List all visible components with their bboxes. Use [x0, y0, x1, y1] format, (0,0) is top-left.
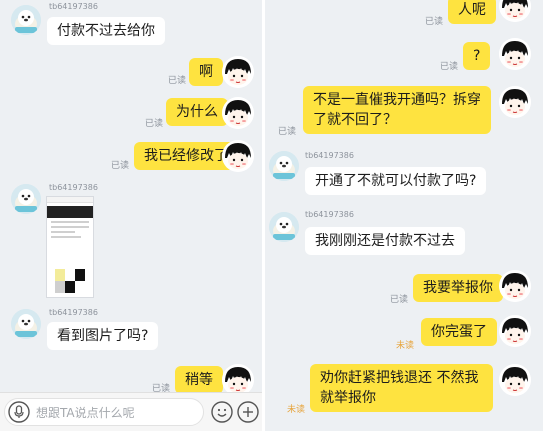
sender-username: tb64197386 — [49, 2, 98, 11]
chat-panel-left: tb64197386 付款不过去给你 啊 已读 为什么 已读 我已经修改了 已读… — [0, 0, 262, 431]
seal-avatar-icon[interactable] — [269, 212, 299, 242]
image-block — [55, 281, 65, 293]
girl-avatar-icon[interactable] — [222, 56, 254, 88]
image-text-line — [51, 226, 89, 228]
chat-bubble-outgoing[interactable]: 我要举报你 — [413, 274, 503, 302]
mic-icon[interactable] — [8, 401, 30, 423]
read-status: 已读 — [390, 295, 409, 305]
girl-avatar-icon[interactable] — [499, 38, 531, 70]
chat-bubble-outgoing[interactable]: 不是一直催我开通吗？拆穿了就不回了？ — [303, 86, 491, 134]
read-status: 已读 — [440, 62, 459, 72]
chat-bubble-outgoing[interactable]: 你完蛋了 — [421, 318, 497, 346]
image-block — [65, 281, 75, 293]
unread-status: 未读 — [396, 341, 415, 351]
girl-avatar-icon[interactable] — [499, 270, 531, 302]
seal-avatar-icon[interactable] — [11, 5, 41, 35]
chat-bubble-outgoing[interactable]: 劝你赶紧把钱退还 不然我就举报你 — [310, 364, 493, 412]
sender-username: tb64197386 — [305, 151, 354, 160]
girl-avatar-icon[interactable] — [499, 364, 531, 396]
chat-bubble-outgoing[interactable]: 啊 — [189, 58, 223, 86]
unread-status: 未读 — [287, 405, 306, 415]
message-input-bar: 想跟TA说点什么呢 — [0, 392, 262, 431]
girl-avatar-icon[interactable] — [499, 315, 531, 347]
chat-bubble-outgoing[interactable]: 为什么 — [166, 98, 228, 126]
seal-avatar-icon[interactable] — [11, 184, 41, 214]
image-message[interactable] — [46, 196, 94, 298]
read-status: 已读 — [145, 119, 164, 129]
image-banner — [47, 206, 93, 218]
input-placeholder: 想跟TA说点什么呢 — [36, 406, 135, 420]
sender-username: tb64197386 — [305, 210, 354, 219]
girl-avatar-icon[interactable] — [499, 0, 531, 22]
girl-avatar-icon[interactable] — [222, 140, 254, 172]
chat-bubble-incoming[interactable]: 付款不过去给你 — [47, 17, 165, 45]
chat-bubble-incoming[interactable]: 我刚刚还是付款不过去 — [305, 227, 465, 255]
chat-bubble-incoming[interactable]: 开通了不就可以付款了吗? — [305, 167, 487, 195]
seal-avatar-icon[interactable] — [11, 309, 41, 339]
image-text-line — [51, 221, 89, 223]
read-status: 已读 — [425, 17, 444, 27]
read-status: 已读 — [278, 127, 297, 137]
girl-avatar-icon[interactable] — [222, 97, 254, 129]
chat-bubble-outgoing[interactable]: 人呢 — [448, 0, 496, 24]
image-text-line — [51, 231, 75, 233]
image-header — [47, 197, 93, 203]
chat-bubble-outgoing[interactable]: 稍等 — [175, 366, 223, 394]
image-block — [75, 281, 85, 293]
chat-panel-right: 人呢 已读 ? 已读 不是一直催我开通吗？拆穿了就不回了？ 已读 tb64197… — [265, 0, 543, 431]
sender-username: tb64197386 — [49, 308, 98, 317]
seal-avatar-icon[interactable] — [269, 151, 299, 181]
image-block — [65, 269, 75, 281]
read-status: 已读 — [111, 161, 130, 171]
image-text-line — [51, 236, 81, 238]
girl-avatar-icon[interactable] — [499, 86, 531, 118]
plus-icon[interactable] — [237, 401, 259, 423]
image-block — [55, 269, 65, 281]
emoji-icon[interactable] — [211, 401, 233, 423]
read-status: 已读 — [168, 76, 187, 86]
sender-username: tb64197386 — [49, 183, 98, 192]
chat-bubble-incoming[interactable]: 看到图片了吗? — [47, 322, 159, 350]
image-block — [75, 269, 85, 281]
chat-bubble-outgoing[interactable]: ? — [463, 42, 491, 70]
